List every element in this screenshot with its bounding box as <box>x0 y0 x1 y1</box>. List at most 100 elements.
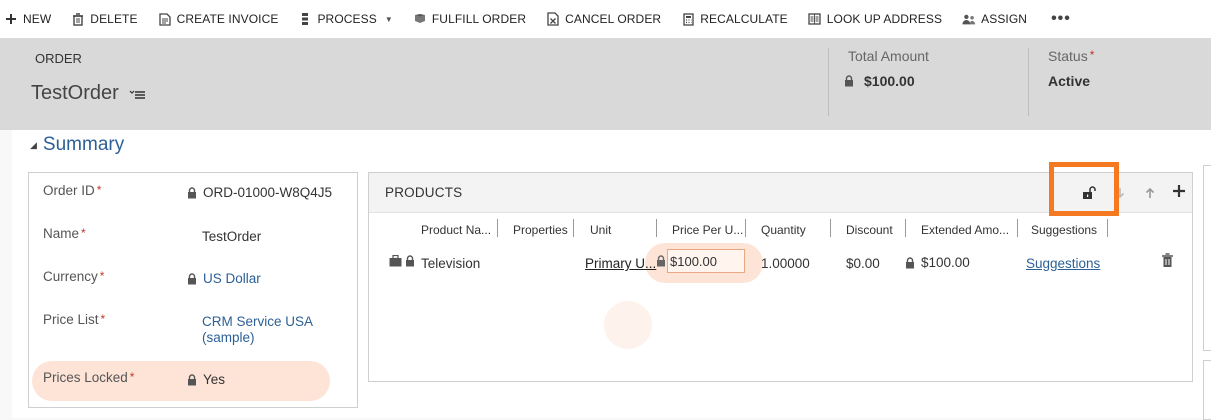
process-button[interactable]: PROCESS ▼ <box>298 0 402 38</box>
column-header-product-name[interactable]: Product Na... <box>421 223 491 237</box>
price-per-unit-input[interactable]: $100.00 <box>667 249 745 273</box>
record-name-text: TestOrder <box>31 82 119 104</box>
highlight-box <box>1049 162 1119 216</box>
column-header-quantity[interactable]: Quantity <box>761 223 806 237</box>
delete-row-button[interactable] <box>1161 253 1174 268</box>
price-list-label: Price List * <box>43 312 105 327</box>
column-header-extended-amount[interactable]: Extended Amo... <box>921 223 1009 237</box>
delete-button[interactable]: DELETE <box>71 0 147 38</box>
total-amount-text: $100.00 <box>864 73 915 89</box>
products-title: PRODUCTS <box>385 185 463 200</box>
form-selector-icon[interactable] <box>129 84 145 107</box>
products-column-headers: Product Na... Properties Unit Price Per … <box>369 213 1192 241</box>
product-name-cell[interactable]: Television <box>421 256 480 271</box>
trash-icon <box>1161 253 1174 268</box>
process-icon <box>298 12 312 26</box>
required-marker: * <box>1089 48 1095 62</box>
invoice-icon <box>158 12 172 26</box>
price-list-label-text: Price List <box>43 312 99 327</box>
side-panel <box>1203 360 1211 420</box>
more-commands-button[interactable]: ••• <box>1051 0 1081 38</box>
cancel-order-label: CANCEL ORDER <box>565 12 662 26</box>
summary-fields-card: Order ID * ORD-01000-W8Q4J5 Name * TestOrd… <box>28 172 358 408</box>
currency-label: Currency * <box>43 269 104 284</box>
name-label: Name * <box>43 226 86 241</box>
column-divider[interactable] <box>497 219 498 237</box>
column-divider[interactable] <box>1017 219 1018 237</box>
new-button[interactable]: NEW <box>4 0 61 38</box>
column-divider[interactable] <box>905 219 906 237</box>
total-amount-value: $100.00 <box>844 73 915 89</box>
prices-locked-label: Prices Locked * <box>43 370 134 385</box>
total-amount-label: Total Amount <box>848 48 929 64</box>
look-up-address-button[interactable]: LOOK UP ADDRESS <box>808 0 952 38</box>
suggestions-link[interactable]: Suggestions <box>1026 256 1100 271</box>
table-row[interactable]: Television Primary U... $100.00 1.00000 … <box>369 243 1192 283</box>
plus-icon <box>1172 184 1186 198</box>
currency-link[interactable]: US Dollar <box>203 271 261 286</box>
column-divider[interactable] <box>1107 219 1108 237</box>
status-label-text: Status <box>1048 48 1088 64</box>
order-id-field: ORD-01000-W8Q4J5 <box>187 185 332 200</box>
name-field[interactable]: TestOrder <box>202 229 261 244</box>
order-id-label-text: Order ID <box>43 183 95 198</box>
assign-label: ASSIGN <box>981 12 1028 26</box>
column-divider[interactable] <box>656 219 657 237</box>
add-product-button[interactable] <box>1171 183 1187 199</box>
price-list-link-line2[interactable]: (sample) <box>202 330 255 346</box>
extended-amount-cell: $100.00 <box>905 255 970 270</box>
order-id-value: ORD-01000-W8Q4J5 <box>203 185 333 200</box>
discount-cell[interactable]: $0.00 <box>846 256 880 271</box>
fulfill-order-label: FULFILL ORDER <box>431 12 527 26</box>
process-label: PROCESS <box>317 12 377 26</box>
lock-icon <box>187 373 197 386</box>
price-list-link-line1[interactable]: CRM Service USA <box>202 314 313 330</box>
assign-button[interactable]: ASSIGN <box>962 0 1037 38</box>
status-label: Status * <box>1048 48 1094 64</box>
price-lock <box>656 255 666 267</box>
cursor-marker <box>604 301 652 349</box>
column-header-price-per-unit[interactable]: Price Per U... <box>672 223 743 237</box>
header-divider <box>828 48 829 116</box>
lock-icon <box>405 255 415 267</box>
recalculate-label: RECALCULATE <box>700 12 788 26</box>
fulfill-icon <box>413 12 427 26</box>
column-header-properties[interactable]: Properties <box>513 223 568 237</box>
quantity-cell[interactable]: 1.00000 <box>761 256 810 271</box>
order-id-label: Order ID * <box>43 183 101 198</box>
summary-section-toggle[interactable]: ◢ Summary <box>30 134 124 156</box>
column-divider[interactable] <box>745 219 746 237</box>
side-panel <box>1203 165 1211 351</box>
column-divider[interactable] <box>830 219 831 237</box>
plus-icon <box>4 12 18 26</box>
lock-icon <box>844 75 854 87</box>
create-invoice-button[interactable]: CREATE INVOICE <box>158 0 289 38</box>
fulfill-order-button[interactable]: FULFILL ORDER <box>413 0 536 38</box>
price-list-field[interactable]: CRM Service USA (sample) <box>202 314 313 346</box>
calculator-icon <box>681 12 695 26</box>
unit-link[interactable]: Primary U... <box>585 256 656 271</box>
column-header-discount[interactable]: Discount <box>846 223 893 237</box>
move-up-button[interactable] <box>1143 185 1157 201</box>
record-header: ORDER TestOrder Total Amount $100.00 Sta… <box>0 38 1211 130</box>
header-divider <box>1028 48 1029 116</box>
column-header-suggestions[interactable]: Suggestions <box>1031 223 1097 237</box>
required-marker: * <box>99 269 105 283</box>
product-icon <box>389 255 402 267</box>
new-label: NEW <box>23 12 52 26</box>
name-label-text: Name <box>43 226 80 241</box>
required-marker: * <box>100 312 106 326</box>
cancel-order-button[interactable]: CANCEL ORDER <box>546 0 671 38</box>
address-book-icon <box>808 12 822 26</box>
column-header-unit[interactable]: Unit <box>590 223 611 237</box>
recalculate-button[interactable]: RECALCULATE <box>681 0 798 38</box>
arrow-up-icon <box>1145 187 1155 199</box>
lock-icon <box>905 256 915 269</box>
cancel-order-icon <box>546 12 560 26</box>
record-name: TestOrder <box>31 80 145 107</box>
trash-icon <box>71 12 85 26</box>
lock-icon <box>656 255 666 267</box>
look-up-address-label: LOOK UP ADDRESS <box>826 12 943 26</box>
product-type-icons <box>389 255 415 267</box>
column-divider[interactable] <box>573 219 574 237</box>
